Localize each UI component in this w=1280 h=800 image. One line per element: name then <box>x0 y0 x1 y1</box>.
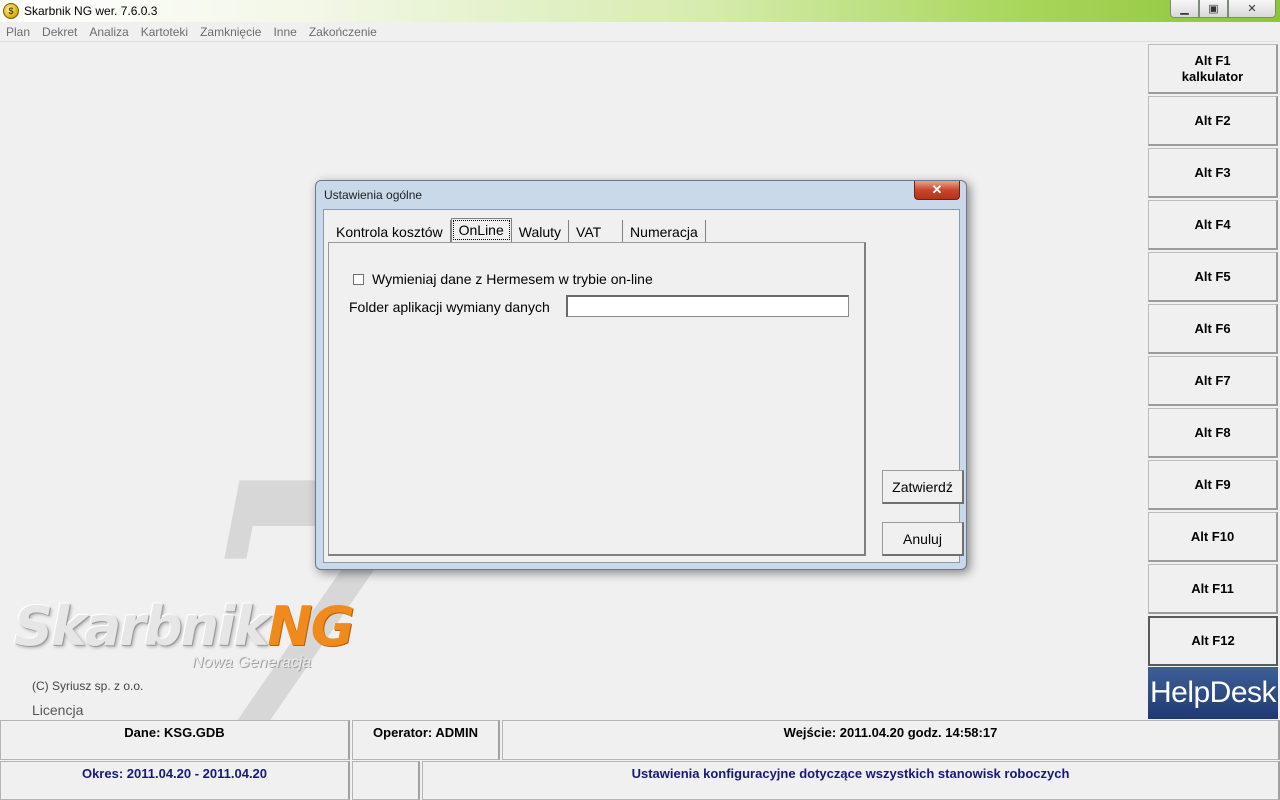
fkey-label: Alt F12 <box>1191 633 1235 648</box>
menu-kartoteki[interactable]: Kartoteki <box>135 25 194 39</box>
tab-kontrola-kosztow[interactable]: Kontrola kosztów <box>329 220 451 242</box>
alt-f2-button[interactable]: Alt F2 <box>1148 96 1278 146</box>
alt-f7-button[interactable]: Alt F7 <box>1148 356 1278 406</box>
close-window-button[interactable]: ✕ <box>1228 0 1276 18</box>
tab-numeracja[interactable]: Numeracja <box>623 220 706 242</box>
alt-f6-button[interactable]: Alt F6 <box>1148 304 1278 354</box>
status-dane: Dane: KSG.GDB <box>0 720 350 760</box>
tab-strip: Kontrola kosztów OnLine Waluty VAT Numer… <box>329 218 706 242</box>
fkey-label: Alt F4 <box>1194 216 1231 232</box>
alt-f1-button[interactable]: Alt F1 kalkulator <box>1148 44 1278 94</box>
copyright-text: (C) Syriusz sp. z o.o. <box>32 679 144 693</box>
tab-vat[interactable]: VAT <box>569 220 624 242</box>
minimize-icon: ▁ <box>1180 3 1189 15</box>
menu-zamkniecie[interactable]: Zamknięcie <box>194 25 267 39</box>
menu-zakonczenie[interactable]: Zakończenie <box>303 25 383 39</box>
window-title: Skarbnik NG wer. 7.6.0.3 <box>24 4 158 18</box>
minimize-button[interactable]: ▁ <box>1170 0 1199 18</box>
fkey-sublabel: kalkulator <box>1181 68 1244 84</box>
status-operator: Operator: ADMIN <box>352 720 500 760</box>
logo-main-text: Skarbnik <box>14 595 269 658</box>
hermes-online-label: Wymieniaj dane z Hermesem w trybie on-li… <box>372 271 653 287</box>
alt-f11-button[interactable]: Alt F11 <box>1148 564 1278 614</box>
skarbnik-logo: SkarbnikNG <box>14 595 355 658</box>
menu-analiza[interactable]: Analiza <box>83 25 134 39</box>
menu-inne[interactable]: Inne <box>267 25 302 39</box>
menu-bar: Plan Dekret Analiza Kartoteki Zamknięcie… <box>0 22 1280 42</box>
alt-f4-button[interactable]: Alt F4 <box>1148 200 1278 250</box>
menu-dekret[interactable]: Dekret <box>36 25 83 39</box>
fkey-label: Alt F1 <box>1194 52 1231 68</box>
folder-label: Folder aplikacji wymiany danych <box>349 299 550 315</box>
fkey-label: Alt F2 <box>1194 112 1231 128</box>
fkey-label: Alt F6 <box>1194 320 1231 336</box>
helpdesk-button[interactable]: HelpDesk <box>1148 667 1278 719</box>
tab-panel-online: Wymieniaj dane z Hermesem w trybie on-li… <box>328 242 866 556</box>
fkey-label: Alt F10 <box>1190 528 1235 544</box>
folder-input[interactable] <box>566 295 849 317</box>
fkey-label: Alt F3 <box>1194 164 1231 180</box>
status-bar-bottom: Okres: 2011.04.20 - 2011.04.20 Ustawieni… <box>0 761 1280 800</box>
status-description: Ustawienia konfiguracyjne dotyczące wszy… <box>422 761 1280 800</box>
alt-f12-button[interactable]: Alt F12 <box>1148 616 1278 666</box>
alt-f10-button[interactable]: Alt F10 <box>1148 512 1278 562</box>
logo-subtitle: Nowa Generacja <box>192 654 312 671</box>
settings-dialog: Ustawienia ogólne ✕ Kontrola kosztów OnL… <box>315 180 967 570</box>
hermes-online-checkbox-row[interactable]: Wymieniaj dane z Hermesem w trybie on-li… <box>353 271 653 287</box>
fkey-label: Alt F8 <box>1194 424 1231 440</box>
hermes-online-checkbox[interactable] <box>353 273 364 285</box>
status-okres: Okres: 2011.04.20 - 2011.04.20 <box>0 761 350 800</box>
fkey-label: Alt F11 <box>1191 580 1234 596</box>
fkey-label: Alt F9 <box>1194 476 1231 492</box>
window-controls: ▁ ▣ ✕ <box>1170 0 1276 18</box>
maximize-icon: ▣ <box>1208 3 1219 15</box>
status-wejscie: Wejście: 2011.04.20 godz. 14:58:17 <box>502 720 1280 760</box>
cancel-button[interactable]: Anuluj <box>882 522 964 556</box>
tab-online[interactable]: OnLine <box>450 218 512 242</box>
close-icon: ✕ <box>931 182 943 197</box>
alt-f9-button[interactable]: Alt F9 <box>1148 460 1278 510</box>
status-empty-cell <box>352 761 420 800</box>
alt-f3-button[interactable]: Alt F3 <box>1148 148 1278 198</box>
status-bar-top: Dane: KSG.GDB Operator: ADMIN Wejście: 2… <box>0 720 1280 760</box>
logo-ng-text: NG <box>267 595 355 658</box>
alt-f8-button[interactable]: Alt F8 <box>1148 408 1278 458</box>
dialog-title: Ustawienia ogólne <box>324 188 423 202</box>
close-icon: ✕ <box>1247 3 1257 15</box>
maximize-button[interactable]: ▣ <box>1199 0 1228 18</box>
tab-waluty[interactable]: Waluty <box>512 220 570 242</box>
dialog-body: Kontrola kosztów OnLine Waluty VAT Numer… <box>323 209 964 563</box>
window-titlebar: $ Skarbnik NG wer. 7.6.0.3 ▁ ▣ ✕ <box>0 0 1280 22</box>
alt-f5-button[interactable]: Alt F5 <box>1148 252 1278 302</box>
menu-plan[interactable]: Plan <box>0 25 36 39</box>
dialog-close-button[interactable]: ✕ <box>914 181 960 200</box>
licencja-link[interactable]: Licencja <box>32 702 83 718</box>
fkey-label: Alt F5 <box>1194 268 1231 284</box>
confirm-button[interactable]: Zatwierdź <box>882 470 964 504</box>
app-coin-icon: $ <box>3 3 19 19</box>
fkey-label: Alt F7 <box>1194 372 1231 388</box>
